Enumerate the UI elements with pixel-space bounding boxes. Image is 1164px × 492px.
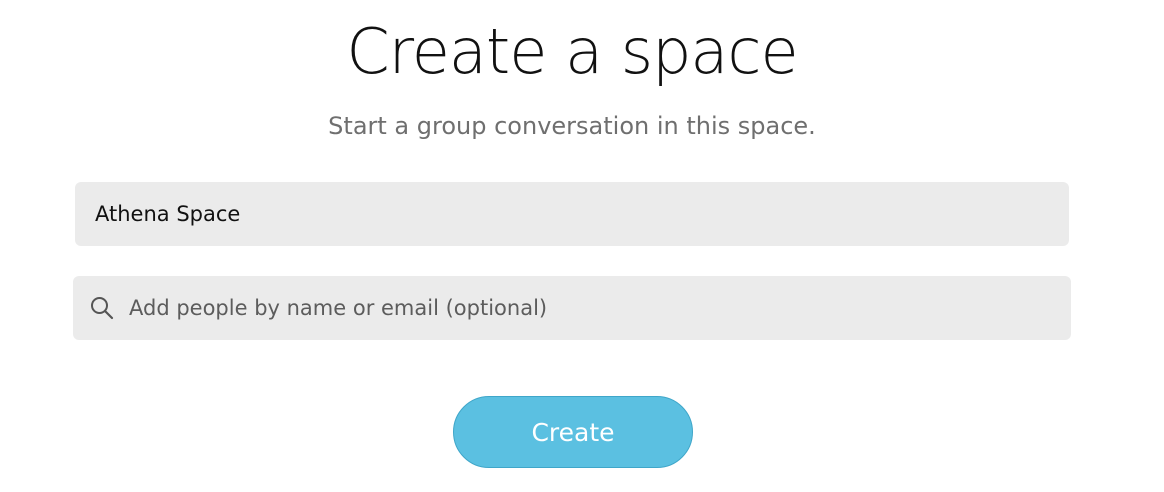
space-name-input[interactable]: Athena Space [75, 182, 1069, 246]
search-icon [91, 297, 114, 320]
create-button[interactable]: Create [453, 396, 693, 468]
space-name-value: Athena Space [95, 202, 241, 226]
page-title: Create a space [346, 15, 798, 88]
add-people-input[interactable]: Add people by name or email (optional) [73, 276, 1071, 340]
add-people-placeholder: Add people by name or email (optional) [129, 296, 548, 320]
page-subtitle: Start a group conversation in this space… [328, 112, 816, 140]
